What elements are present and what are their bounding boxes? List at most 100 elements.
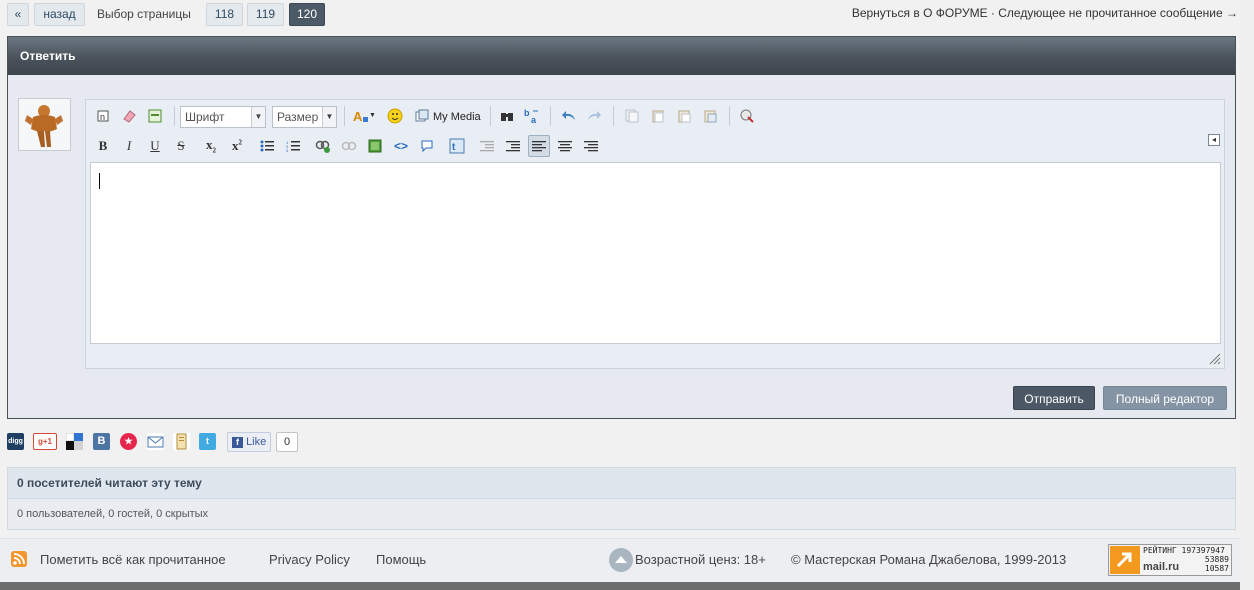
svg-text:▼: ▼ xyxy=(369,112,376,119)
reply-panel: Ответить n Шрифт ▼ Размер ▼ A ▼ My Media… xyxy=(7,36,1236,419)
size-select[interactable]: Размер ▼ xyxy=(272,106,337,128)
subscript-icon[interactable]: x2 xyxy=(200,135,222,157)
digg-icon[interactable]: digg xyxy=(7,433,24,450)
toolbar-separator xyxy=(550,106,551,126)
chevron-down-icon: ▼ xyxy=(322,107,336,127)
vertical-scrollbar[interactable] xyxy=(1240,0,1254,590)
pagination-label: Выбор страницы xyxy=(97,7,191,21)
svg-text:n: n xyxy=(100,112,105,122)
svg-text:A: A xyxy=(353,109,363,123)
svg-text:b: b xyxy=(524,108,530,118)
scroll-to-top-icon[interactable] xyxy=(609,548,633,572)
print-icon[interactable] xyxy=(173,433,190,450)
spellcheck-icon[interactable] xyxy=(736,105,758,127)
rss-icon[interactable] xyxy=(11,551,27,567)
twitter-icon[interactable]: t xyxy=(446,135,468,157)
italic-icon[interactable]: I xyxy=(118,135,140,157)
viewers-details: 0 пользователей, 0 гостей, 0 скрытых xyxy=(17,508,209,520)
twitter-share-icon[interactable]: t xyxy=(199,433,216,450)
code-icon[interactable]: <> xyxy=(390,135,412,157)
toolbar-separator xyxy=(174,106,175,126)
paste-icon[interactable] xyxy=(673,105,695,127)
unlink-icon[interactable] xyxy=(338,135,360,157)
align-left-icon[interactable] xyxy=(528,135,550,157)
align-right-icon[interactable] xyxy=(580,135,602,157)
redo-icon[interactable] xyxy=(583,105,605,127)
eraser-icon[interactable] xyxy=(118,105,140,127)
font-color-icon[interactable]: A ▼ xyxy=(351,105,379,127)
text-caret xyxy=(99,173,100,189)
counter-brand: mail.ru xyxy=(1143,561,1180,573)
delicious-icon[interactable] xyxy=(65,432,83,450)
collapse-toolbar-icon[interactable]: ◂ xyxy=(1208,134,1220,146)
my-media-label[interactable]: My Media xyxy=(433,106,481,128)
google-plus-icon[interactable]: g+1 xyxy=(33,433,57,450)
underline-icon[interactable]: U xyxy=(144,135,166,157)
outdent-icon[interactable] xyxy=(476,135,498,157)
facebook-icon: f xyxy=(232,437,243,448)
superscript-icon[interactable]: x2 xyxy=(226,135,248,157)
help-link[interactable]: Помощь xyxy=(376,552,426,567)
remove-format-icon[interactable]: n xyxy=(92,105,114,127)
email-icon[interactable] xyxy=(147,433,164,450)
paste-text-icon[interactable] xyxy=(699,105,721,127)
emoticon-icon[interactable] xyxy=(384,105,406,127)
page-118-button[interactable]: 118 xyxy=(206,3,243,26)
age-rating-text: Возрастной ценз: 18+ xyxy=(635,552,766,567)
toggle-editor-icon[interactable] xyxy=(144,105,166,127)
viewers-panel: 0 посетителей читают эту тему 0 пользова… xyxy=(7,467,1236,530)
image-icon[interactable] xyxy=(364,135,386,157)
mailru-counter[interactable]: РЕЙТИНГ 197397947 53889 10587 mail.ru xyxy=(1108,544,1232,576)
replace-icon[interactable]: ba xyxy=(521,105,543,127)
svg-text:3: 3 xyxy=(286,148,289,152)
reply-title: Ответить xyxy=(8,37,1235,75)
privacy-policy-link[interactable]: Privacy Policy xyxy=(269,552,350,567)
facebook-like-label: Like xyxy=(246,436,267,448)
copyright-text: © Мастерская Романа Джабелова, 1999-2013 xyxy=(791,552,1067,567)
mark-all-read-link[interactable]: Пометить всё как прочитанное xyxy=(40,552,226,567)
cut-icon[interactable] xyxy=(621,105,643,127)
toolbar-separator xyxy=(729,106,730,126)
toolbar-row-2: B I U S x2 x2 123 <> t xyxy=(86,132,1224,160)
font-select-label: Шрифт xyxy=(185,110,225,124)
copy-icon[interactable] xyxy=(647,105,669,127)
full-editor-button[interactable]: Полный редактор xyxy=(1103,386,1227,410)
facebook-like-button[interactable]: f Like xyxy=(227,432,271,452)
toolbar-separator xyxy=(344,106,345,126)
rich-text-editor: n Шрифт ▼ Размер ▼ A ▼ My Media b a B I … xyxy=(85,99,1225,369)
toolbar-separator xyxy=(490,106,491,126)
vkontakte-icon[interactable]: В xyxy=(93,433,110,450)
reply-textarea[interactable] xyxy=(90,162,1221,344)
bullet-list-icon[interactable] xyxy=(256,135,278,157)
undo-icon[interactable] xyxy=(558,105,580,127)
pagination-bar: « назад Выбор страницы 118 119 120 Верну… xyxy=(0,0,1254,30)
facebook-like-count: 0 xyxy=(276,432,298,452)
link-icon[interactable] xyxy=(312,135,334,157)
horizontal-scrollbar[interactable] xyxy=(0,582,1240,590)
bold-icon[interactable]: B xyxy=(92,135,114,157)
page-120-button[interactable]: 120 xyxy=(289,3,325,26)
toolbar-row-1: n Шрифт ▼ Размер ▼ A ▼ My Media b a xyxy=(86,102,1224,130)
chevron-down-icon: ▼ xyxy=(251,107,265,127)
align-center-icon[interactable] xyxy=(554,135,576,157)
strikethrough-icon[interactable]: S xyxy=(170,135,192,157)
share-bar: digg g+1 В ★ t f Like 0 xyxy=(7,431,327,453)
viewers-title: 0 посетителей читают эту тему xyxy=(8,468,1235,499)
favorites-icon[interactable]: ★ xyxy=(120,433,137,450)
quote-icon[interactable] xyxy=(416,135,438,157)
forum-nav-links[interactable]: Вернуться в О ФОРУМЕ · Следующее не проч… xyxy=(852,6,1238,20)
footer: Пометить всё как прочитанное Privacy Pol… xyxy=(0,538,1240,582)
page-119-button[interactable]: 119 xyxy=(247,3,284,26)
find-icon[interactable] xyxy=(496,105,518,127)
numbered-list-icon[interactable]: 123 xyxy=(282,135,304,157)
first-page-button[interactable]: « xyxy=(7,3,29,26)
back-button[interactable]: назад xyxy=(34,3,85,26)
resize-handle-icon[interactable] xyxy=(1209,353,1221,365)
mailru-logo-icon xyxy=(1110,546,1140,574)
my-media-icon[interactable] xyxy=(411,105,433,127)
svg-text:a: a xyxy=(531,115,537,124)
send-button[interactable]: Отправить xyxy=(1013,386,1095,410)
indent-icon[interactable] xyxy=(502,135,524,157)
avatar xyxy=(18,98,71,151)
font-select[interactable]: Шрифт ▼ xyxy=(180,106,266,128)
